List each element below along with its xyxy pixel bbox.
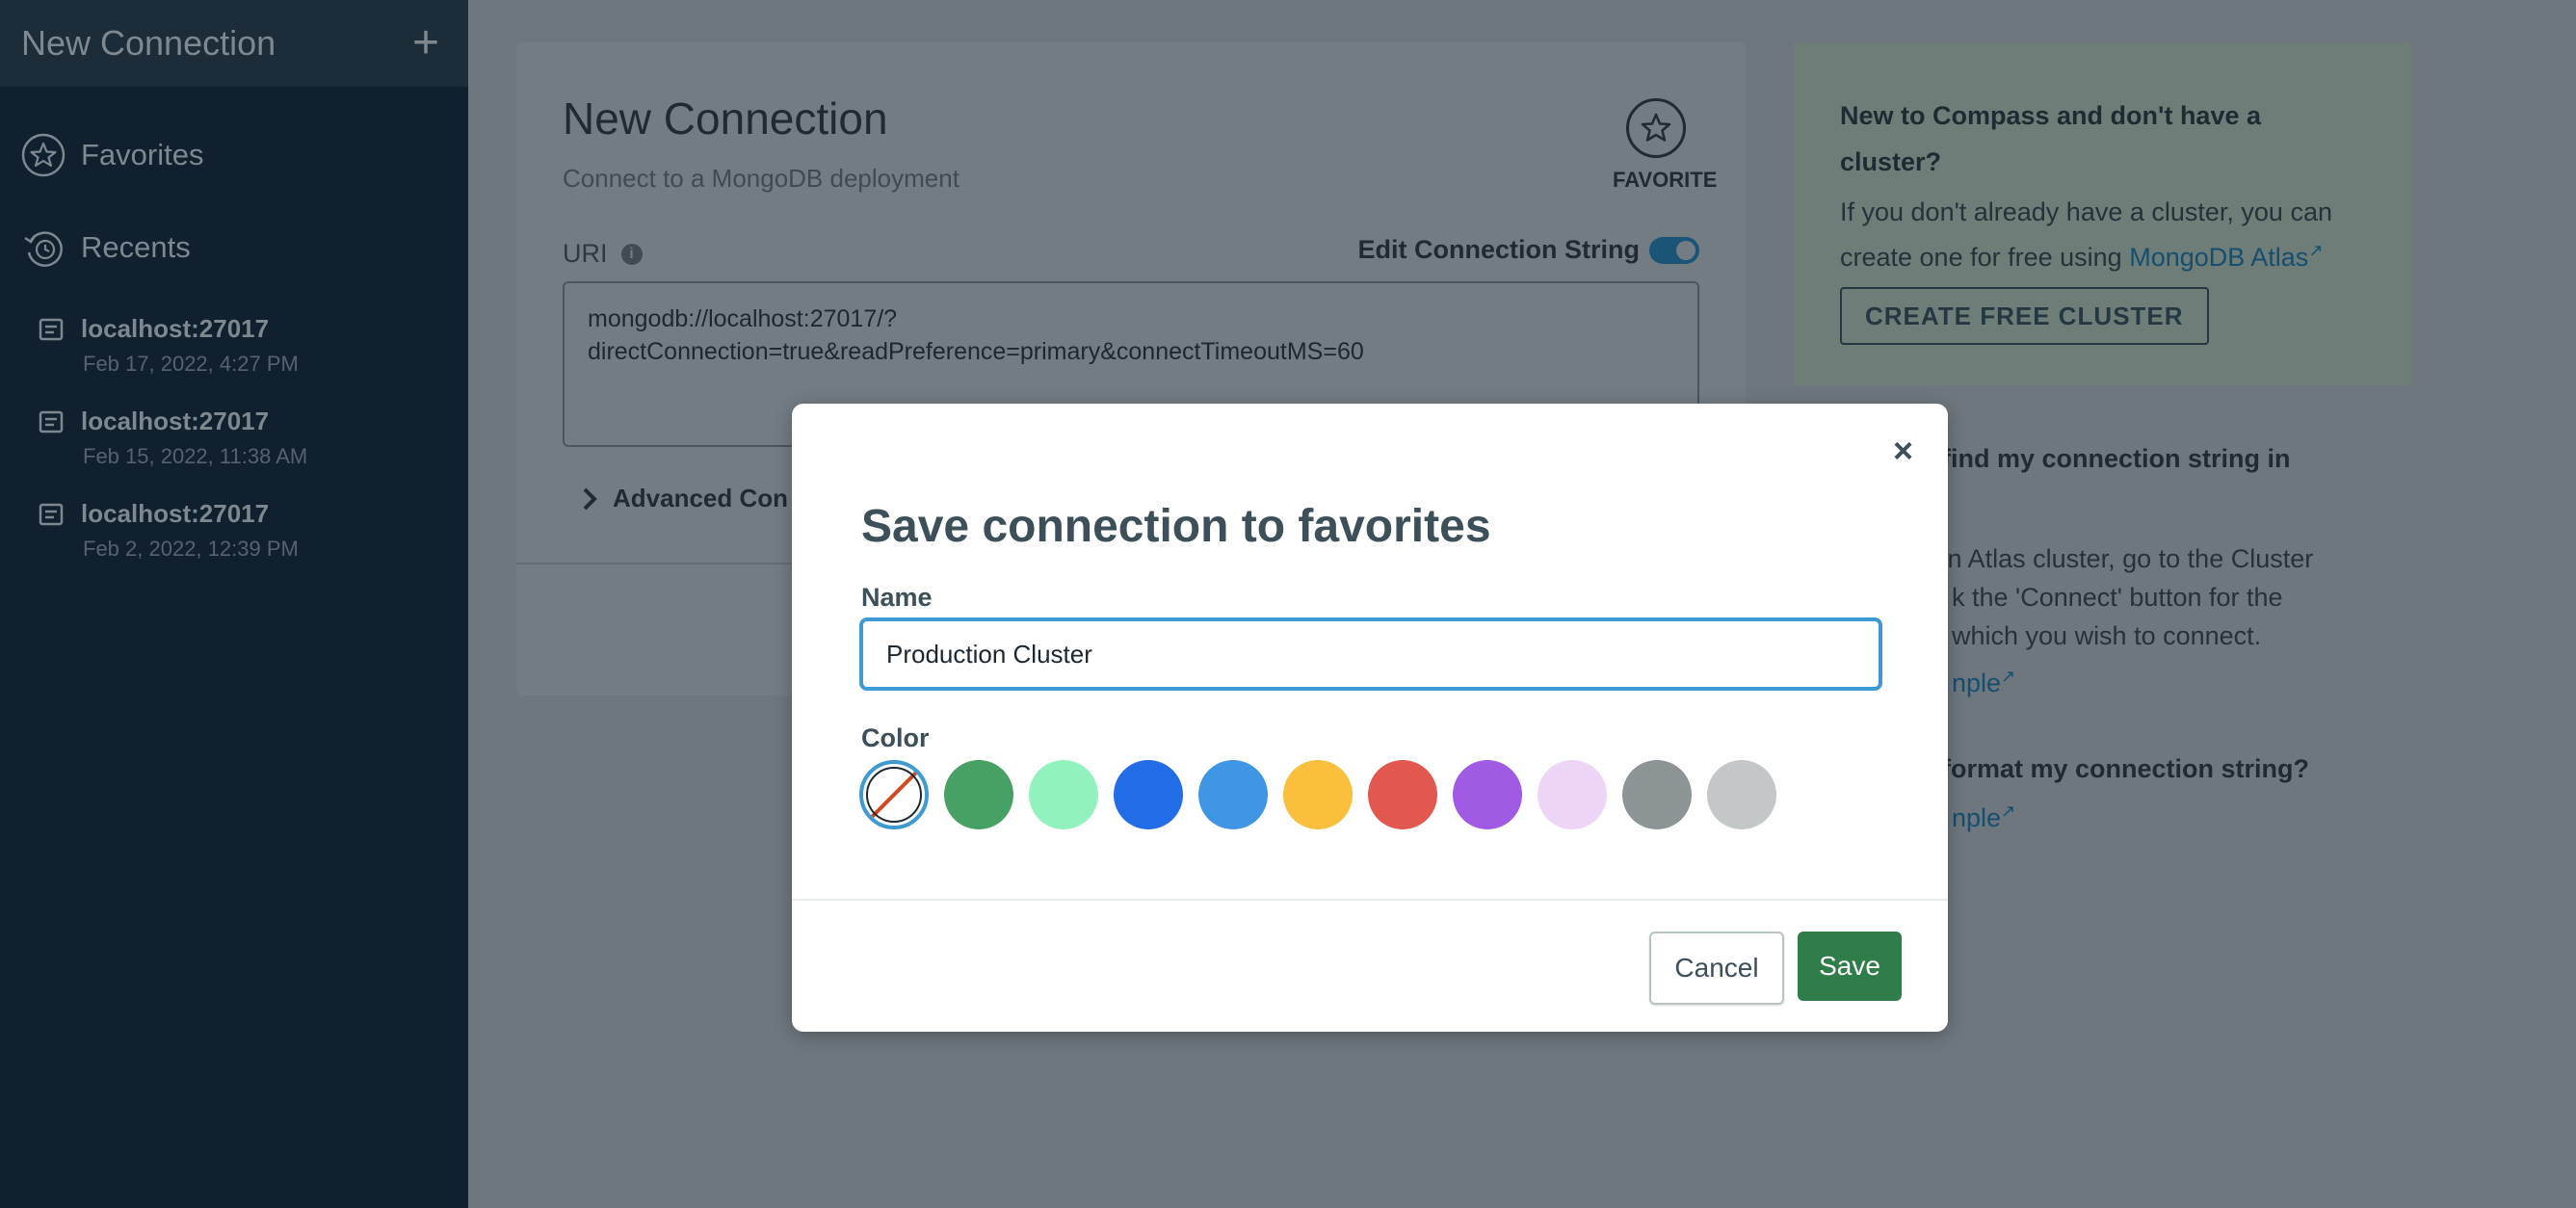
atlas-link[interactable]: MongoDB Atlas <box>2129 243 2308 272</box>
close-icon[interactable]: × <box>1893 431 1913 471</box>
color-swatch[interactable] <box>944 760 1013 829</box>
connection-icon <box>39 410 64 433</box>
color-swatch-none[interactable] <box>859 760 929 829</box>
help-answer-line: k the 'Connect' button for the <box>1952 583 2283 612</box>
color-label: Color <box>861 723 930 752</box>
recent-date: Feb 15, 2022, 11:38 AM <box>83 444 308 468</box>
external-link-icon: ↗ <box>2001 667 2016 686</box>
help-answer-line: which you wish to connect. <box>1952 621 2262 650</box>
edit-connection-string-label: Edit Connection String <box>1357 235 1640 264</box>
name-label: Name <box>861 583 933 612</box>
color-swatch[interactable] <box>1029 760 1098 829</box>
favorite-label: FAVORITE <box>1613 168 1718 192</box>
info-icon[interactable]: i <box>620 243 643 265</box>
favorite-button[interactable]: FAVORITE <box>1613 98 1718 193</box>
help-question: find my connection string in <box>1942 444 2291 473</box>
example-link-label: nple <box>1952 803 2002 832</box>
color-picker <box>859 760 1792 829</box>
help-answer-line: e an Atlas cluster, go to the Cluster <box>1911 544 2314 573</box>
recent-host: localhost:27017 <box>81 407 270 435</box>
modal-title: Save connection to favorites <box>861 501 1491 552</box>
sidebar: New Connection + Favorites Recents local… <box>0 0 468 1208</box>
plus-icon[interactable]: + <box>412 20 439 66</box>
sidebar-item-recents[interactable]: Recents <box>21 225 191 270</box>
cancel-button[interactable]: Cancel <box>1649 932 1784 1005</box>
color-swatch[interactable] <box>1198 760 1268 829</box>
recent-connection[interactable]: localhost:27017 Feb 17, 2022, 4:27 PM <box>39 314 299 377</box>
chevron-right-icon <box>583 487 597 510</box>
external-link-icon: ↗ <box>2001 801 2016 821</box>
color-swatch[interactable] <box>1453 760 1522 829</box>
page-title: New Connection <box>563 93 888 144</box>
star-icon <box>21 133 66 177</box>
uri-label: URI i <box>563 239 643 269</box>
recent-host: localhost:27017 <box>81 499 270 528</box>
recent-date: Feb 17, 2022, 4:27 PM <box>83 352 299 376</box>
color-swatch[interactable] <box>1114 760 1183 829</box>
star-icon <box>1626 98 1686 158</box>
help-heading: New to Compass and don't have a cluster? <box>1840 101 2261 176</box>
modal-divider <box>792 899 1948 901</box>
history-icon <box>24 231 63 267</box>
color-swatch[interactable] <box>1283 760 1353 829</box>
connection-icon <box>39 318 64 340</box>
example-link[interactable]: nple↗ <box>1952 792 2015 837</box>
recent-connection[interactable]: localhost:27017 Feb 2, 2022, 12:39 PM <box>39 499 299 562</box>
name-input[interactable] <box>859 617 1882 691</box>
sidebar-header[interactable]: New Connection + <box>0 0 468 87</box>
color-swatch[interactable] <box>1368 760 1437 829</box>
example-link-label: nple <box>1952 669 2002 697</box>
color-swatch[interactable] <box>1622 760 1692 829</box>
recent-connection[interactable]: localhost:27017 Feb 15, 2022, 11:38 AM <box>39 407 307 469</box>
sidebar-title: New Connection <box>21 23 276 63</box>
recent-date: Feb 2, 2022, 12:39 PM <box>83 537 299 561</box>
new-to-compass-box: New to Compass and don't have a cluster?… <box>1794 42 2410 385</box>
edit-connection-string: Edit Connection String <box>1358 235 1699 265</box>
help-question: format my connection string? <box>1942 754 2310 783</box>
advanced-options-label: Advanced Con <box>613 484 789 512</box>
page-subtitle: Connect to a MongoDB deployment <box>563 164 959 193</box>
external-link-icon: ↗ <box>2308 241 2324 260</box>
save-button[interactable]: Save <box>1798 932 1902 1001</box>
sidebar-item-label: Favorites <box>81 138 204 171</box>
uri-label-text: URI <box>563 239 608 268</box>
edit-connection-string-toggle[interactable] <box>1649 236 1699 264</box>
sidebar-item-favorites[interactable]: Favorites <box>21 133 203 177</box>
help-text: If you don't already have a cluster, you… <box>1840 193 2379 276</box>
save-favorite-modal: × Save connection to favorites Name Colo… <box>792 404 1948 1032</box>
sidebar-item-label: Recents <box>81 230 191 264</box>
example-link[interactable]: nple↗ <box>1952 657 2015 702</box>
color-swatch[interactable] <box>1538 760 1607 829</box>
uri-line: mongodb://localhost:27017/? <box>588 305 898 332</box>
uri-line: directConnection=true&readPreference=pri… <box>588 338 1364 365</box>
color-swatch[interactable] <box>1707 760 1776 829</box>
connection-icon <box>39 503 64 525</box>
create-free-cluster-button[interactable]: CREATE FREE CLUSTER <box>1840 287 2209 345</box>
advanced-options-toggle[interactable]: Advanced Con <box>580 484 788 513</box>
recent-host: localhost:27017 <box>81 314 270 343</box>
